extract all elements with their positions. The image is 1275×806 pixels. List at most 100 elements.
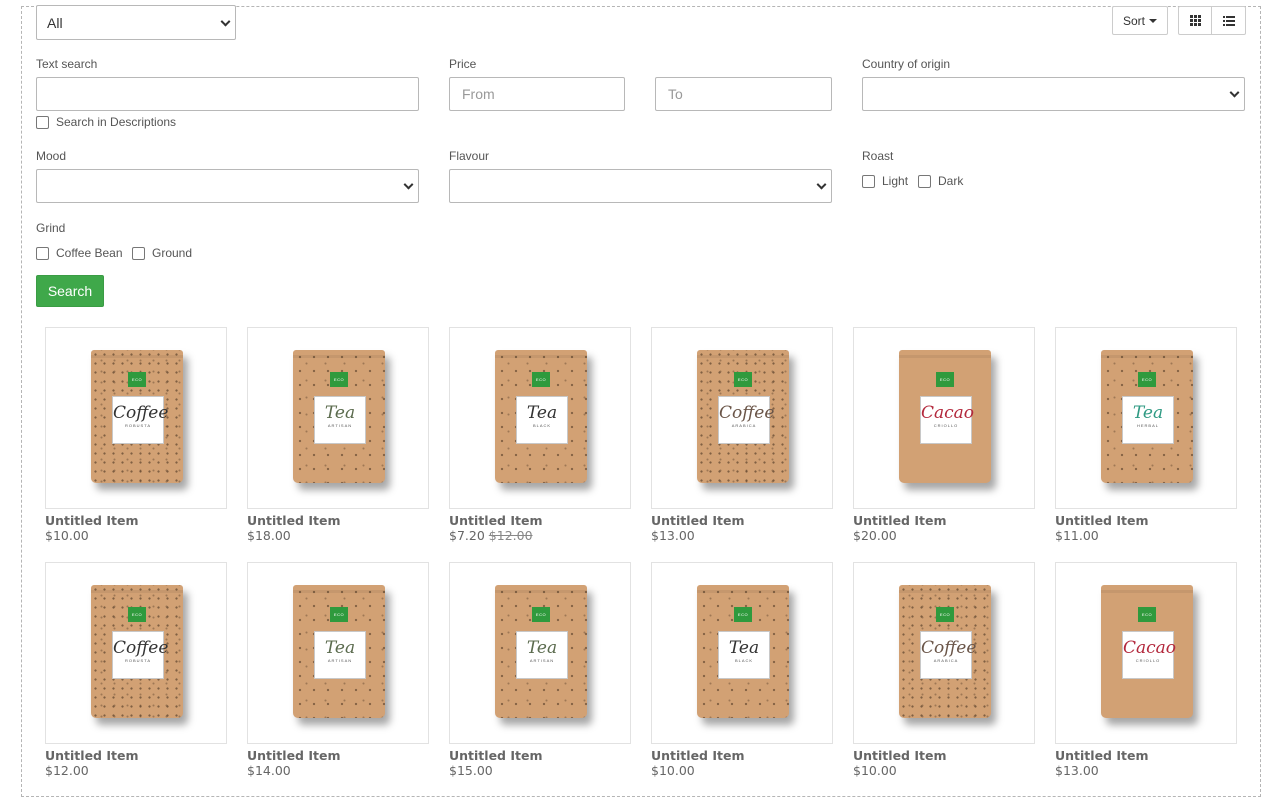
product-card[interactable]: ECO Tea ARTISAN Untitled Item $15.00	[449, 562, 631, 778]
product-name[interactable]: Untitled Item	[247, 748, 340, 763]
product-image-link[interactable]: ECO Tea BLACK	[651, 562, 833, 744]
mood-select[interactable]	[36, 169, 419, 203]
bag-label-variant: ARABICA	[731, 423, 757, 428]
product-image: ECO Coffee ROBUSTA	[91, 585, 183, 718]
product-price: $13.00	[651, 528, 699, 543]
product-image-link[interactable]: ECO Tea BLACK	[449, 327, 631, 509]
product-name[interactable]: Untitled Item	[1055, 513, 1148, 528]
flavour-label: Flavour	[449, 149, 490, 163]
roast-light-checkbox-row[interactable]: Light	[862, 174, 908, 188]
bag-label-word: Tea	[526, 403, 558, 423]
roast-light-checkbox[interactable]	[862, 174, 875, 188]
product-card[interactable]: ECO Tea BLACK Untitled Item $7.20 $12.00	[449, 327, 631, 543]
category-select[interactable]: All	[36, 5, 236, 40]
product-price-current: $7.20	[449, 528, 485, 543]
product-image-link[interactable]: ECO Coffee ROBUSTA	[45, 327, 227, 509]
product-price-current: $10.00	[853, 763, 897, 778]
product-image-link[interactable]: ECO Cacao CRIOLLO	[1055, 562, 1237, 744]
grid-view-button[interactable]	[1178, 6, 1212, 35]
grind-ground-label: Ground	[152, 246, 193, 260]
product-image: ECO Tea ARTISAN	[293, 585, 385, 718]
product-image: ECO Tea BLACK	[697, 585, 789, 718]
bag-label-variant: HERBAL	[1136, 423, 1159, 428]
bag-label-word: Coffee	[719, 403, 775, 423]
product-card[interactable]: ECO Cacao CRIOLLO Untitled Item $13.00	[1055, 562, 1237, 778]
sort-label: Sort	[1122, 13, 1145, 28]
product-name[interactable]: Untitled Item	[45, 748, 138, 763]
product-image: ECO Coffee ROBUSTA	[91, 350, 183, 483]
product-price-current: $11.00	[1055, 528, 1099, 543]
product-name[interactable]: Untitled Item	[45, 513, 138, 528]
product-image-link[interactable]: ECO Cacao CRIOLLO	[853, 327, 1035, 509]
product-card[interactable]: ECO Coffee ROBUSTA Untitled Item $10.00	[45, 327, 227, 543]
product-card[interactable]: ECO Cacao CRIOLLO Untitled Item $20.00	[853, 327, 1035, 543]
product-price: $12.00	[45, 763, 93, 778]
bag-label-variant: ARTISAN	[327, 423, 353, 428]
product-name[interactable]: Untitled Item	[853, 513, 946, 528]
grind-label: Grind	[36, 221, 66, 235]
product-price: $18.00	[247, 528, 295, 543]
eco-badge-icon: ECO	[532, 607, 550, 622]
grind-coffee-bean-checkbox-row[interactable]: Coffee Bean	[36, 246, 123, 260]
sort-button[interactable]: Sort	[1112, 6, 1168, 35]
product-name[interactable]: Untitled Item	[651, 513, 744, 528]
bag-label-variant: ARTISAN	[529, 658, 555, 663]
product-card[interactable]: ECO Tea ARTISAN Untitled Item $18.00	[247, 327, 429, 543]
product-name[interactable]: Untitled Item	[449, 513, 542, 528]
price-to-input[interactable]	[655, 77, 832, 111]
search-button[interactable]: Search	[36, 275, 104, 307]
product-image: ECO Tea ARTISAN	[293, 350, 385, 483]
list-view-button[interactable]	[1211, 6, 1246, 35]
flavour-select[interactable]	[449, 169, 832, 203]
product-price-current: $12.00	[45, 763, 89, 778]
eco-badge-icon: ECO	[936, 607, 954, 622]
product-price-current: $20.00	[853, 528, 897, 543]
product-price-current: $18.00	[247, 528, 291, 543]
product-name[interactable]: Untitled Item	[651, 748, 744, 763]
eco-badge-icon: ECO	[734, 607, 752, 622]
category-select-wrapper: All	[36, 5, 236, 40]
grind-coffee-bean-checkbox[interactable]	[36, 246, 49, 260]
product-card[interactable]: ECO Coffee ROBUSTA Untitled Item $12.00	[45, 562, 227, 778]
product-image-link[interactable]: ECO Tea HERBAL	[1055, 327, 1237, 509]
mood-label: Mood	[36, 149, 67, 163]
product-image-link[interactable]: ECO Tea ARTISAN	[247, 562, 429, 744]
bag-label-word: Tea	[1132, 403, 1164, 423]
roast-dark-checkbox[interactable]	[918, 174, 931, 188]
eco-badge-icon: ECO	[128, 607, 146, 622]
product-name[interactable]: Untitled Item	[247, 513, 340, 528]
product-card[interactable]: ECO Coffee ARABICA Untitled Item $10.00	[853, 562, 1035, 778]
caret-down-icon	[1149, 18, 1157, 23]
roast-dark-label: Dark	[938, 174, 964, 188]
product-card[interactable]: ECO Tea HERBAL Untitled Item $11.00	[1055, 327, 1237, 543]
product-card[interactable]: ECO Tea BLACK Untitled Item $10.00	[651, 562, 833, 778]
product-price-current: $10.00	[45, 528, 89, 543]
product-name[interactable]: Untitled Item	[449, 748, 542, 763]
grind-ground-checkbox[interactable]	[132, 246, 145, 260]
text-search-input[interactable]	[36, 77, 419, 111]
product-card[interactable]: ECO Coffee ARABICA Untitled Item $13.00	[651, 327, 833, 543]
grind-ground-checkbox-row[interactable]: Ground	[132, 246, 192, 260]
bag-label-variant: CRIOLLO	[1135, 658, 1161, 663]
bag-label-variant: ROBUSTA	[124, 658, 152, 663]
bag-label-word: Coffee	[113, 403, 169, 423]
roast-dark-checkbox-row[interactable]: Dark	[918, 174, 963, 188]
price-from-input[interactable]	[449, 77, 625, 111]
product-image: ECO Coffee ARABICA	[697, 350, 789, 483]
eco-badge-icon: ECO	[936, 372, 954, 387]
product-image-link[interactable]: ECO Coffee ROBUSTA	[45, 562, 227, 744]
product-name[interactable]: Untitled Item	[1055, 748, 1148, 763]
product-card[interactable]: ECO Tea ARTISAN Untitled Item $14.00	[247, 562, 429, 778]
product-image-link[interactable]: ECO Coffee ARABICA	[853, 562, 1035, 744]
product-image: ECO Tea HERBAL	[1101, 350, 1193, 483]
product-price: $10.00	[651, 763, 699, 778]
product-image-link[interactable]: ECO Coffee ARABICA	[651, 327, 833, 509]
search-descriptions-checkbox-row[interactable]: Search in Descriptions	[36, 115, 176, 129]
country-select[interactable]	[862, 77, 1245, 111]
product-image-link[interactable]: ECO Tea ARTISAN	[247, 327, 429, 509]
search-descriptions-checkbox[interactable]	[36, 115, 49, 129]
product-image-link[interactable]: ECO Tea ARTISAN	[449, 562, 631, 744]
product-name[interactable]: Untitled Item	[853, 748, 946, 763]
list-icon	[1222, 15, 1235, 26]
product-price: $10.00	[45, 528, 93, 543]
